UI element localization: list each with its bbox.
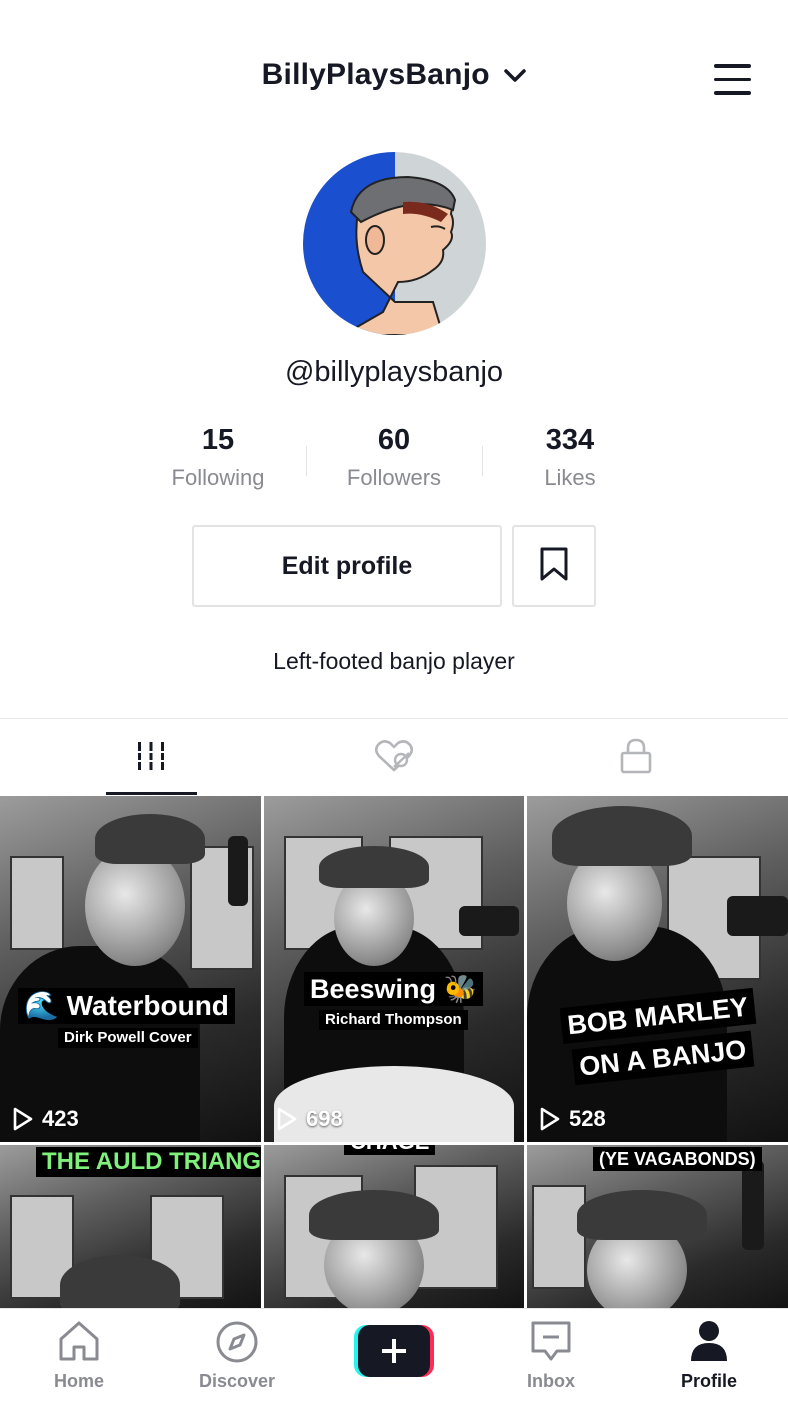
video-thumbnail[interactable]: CHAGE: [264, 1145, 524, 1308]
nav-profile[interactable]: Profile: [630, 1309, 788, 1401]
hidden-heart-icon: [374, 739, 414, 778]
compass-icon: [158, 1319, 316, 1365]
video-subtitle: Richard Thompson: [319, 1010, 468, 1030]
active-tab-indicator: [106, 792, 197, 795]
video-title: CHAGE: [344, 1145, 436, 1155]
stat-following[interactable]: 15 Following: [130, 424, 306, 491]
video-title: (YE VAGABONDS): [593, 1147, 762, 1171]
grid-icon: [136, 740, 166, 777]
poster: [10, 856, 64, 950]
microphone: [727, 896, 788, 936]
views-value: 698: [306, 1106, 343, 1131]
nav-home[interactable]: Home: [0, 1309, 158, 1401]
profile-header: BillyPlaysBanjo: [0, 0, 788, 150]
profile-stats: 15 Following 60 Followers 334 Likes: [130, 424, 658, 504]
views-value: 423: [42, 1106, 79, 1131]
video-thumbnail[interactable]: (YE VAGABONDS): [527, 1145, 788, 1308]
video-thumbnail[interactable]: Beeswing 🐝 Richard Thompson 698: [264, 796, 524, 1142]
video-title: THE AULD TRIANGLE: [36, 1147, 261, 1177]
bottom-navigation: Home Discover Inbox Profile: [0, 1308, 788, 1401]
tab-private[interactable]: [505, 719, 767, 797]
avatar[interactable]: [303, 152, 486, 335]
video-thumbnail[interactable]: 🌊 Waterbound Dirk Powell Cover 423: [0, 796, 261, 1142]
stat-label: Likes: [544, 465, 596, 490]
nav-discover[interactable]: Discover: [158, 1309, 316, 1401]
video-thumbnail[interactable]: BOB MARLEY ON A BANJO 528: [527, 796, 788, 1142]
views-value: 528: [569, 1106, 606, 1131]
chevron-down-icon: [504, 57, 527, 91]
nav-label: Discover: [198, 1371, 276, 1391]
inbox-icon: [472, 1319, 630, 1363]
nav-label: Profile: [680, 1371, 737, 1391]
view-count: 698: [276, 1106, 343, 1132]
video-title: 🌊 Waterbound: [18, 988, 235, 1024]
microphone: [459, 906, 519, 936]
nav-label: Home: [53, 1371, 104, 1391]
stat-followers[interactable]: 60 Followers: [306, 424, 482, 491]
stat-value: 334: [545, 424, 595, 456]
video-thumbnail[interactable]: THE AULD TRIANGLE: [0, 1145, 261, 1308]
video-title: Beeswing 🐝: [304, 972, 484, 1006]
poster: [532, 1185, 586, 1289]
profile-bio: Left-footed banjo player: [273, 648, 515, 674]
cap: [577, 1190, 707, 1240]
microphone: [228, 836, 248, 906]
account-title: BillyPlaysBanjo: [261, 58, 490, 91]
view-count: 528: [539, 1106, 606, 1132]
menu-icon[interactable]: [714, 64, 754, 96]
cap: [552, 806, 692, 866]
stat-value: 15: [201, 424, 235, 456]
play-icon: [277, 1107, 297, 1131]
nav-label: Inbox: [527, 1371, 575, 1391]
play-icon: [13, 1107, 33, 1131]
cap: [319, 846, 429, 888]
cap: [309, 1190, 439, 1240]
profile-handle: @billyplaysbanjo: [284, 356, 504, 388]
profile-icon: [630, 1319, 788, 1363]
video-grid: 🌊 Waterbound Dirk Powell Cover 423 Beesw…: [0, 796, 788, 1308]
account-switcher[interactable]: BillyPlaysBanjo: [0, 58, 788, 92]
favorites-button[interactable]: [512, 525, 596, 607]
create-button[interactable]: [354, 1325, 434, 1377]
lock-icon: [619, 737, 653, 780]
tab-videos[interactable]: [20, 719, 282, 797]
nav-inbox[interactable]: Inbox: [472, 1309, 630, 1401]
home-icon: [0, 1319, 158, 1363]
microphone: [742, 1160, 764, 1250]
profile-tabs: [0, 718, 788, 797]
person-head: [85, 846, 185, 966]
bookmark-icon: [539, 546, 569, 587]
video-subtitle: Dirk Powell Cover: [58, 1028, 198, 1048]
stat-label: Followers: [346, 465, 442, 490]
stat-label: Following: [171, 465, 265, 490]
cap: [60, 1255, 180, 1308]
view-count: 423: [12, 1106, 79, 1132]
stat-value: 60: [377, 424, 411, 456]
play-icon: [540, 1107, 560, 1131]
tab-liked[interactable]: [263, 719, 525, 797]
stat-likes[interactable]: 334 Likes: [482, 424, 658, 491]
cap: [95, 814, 205, 864]
edit-profile-button[interactable]: Edit profile: [192, 525, 502, 607]
